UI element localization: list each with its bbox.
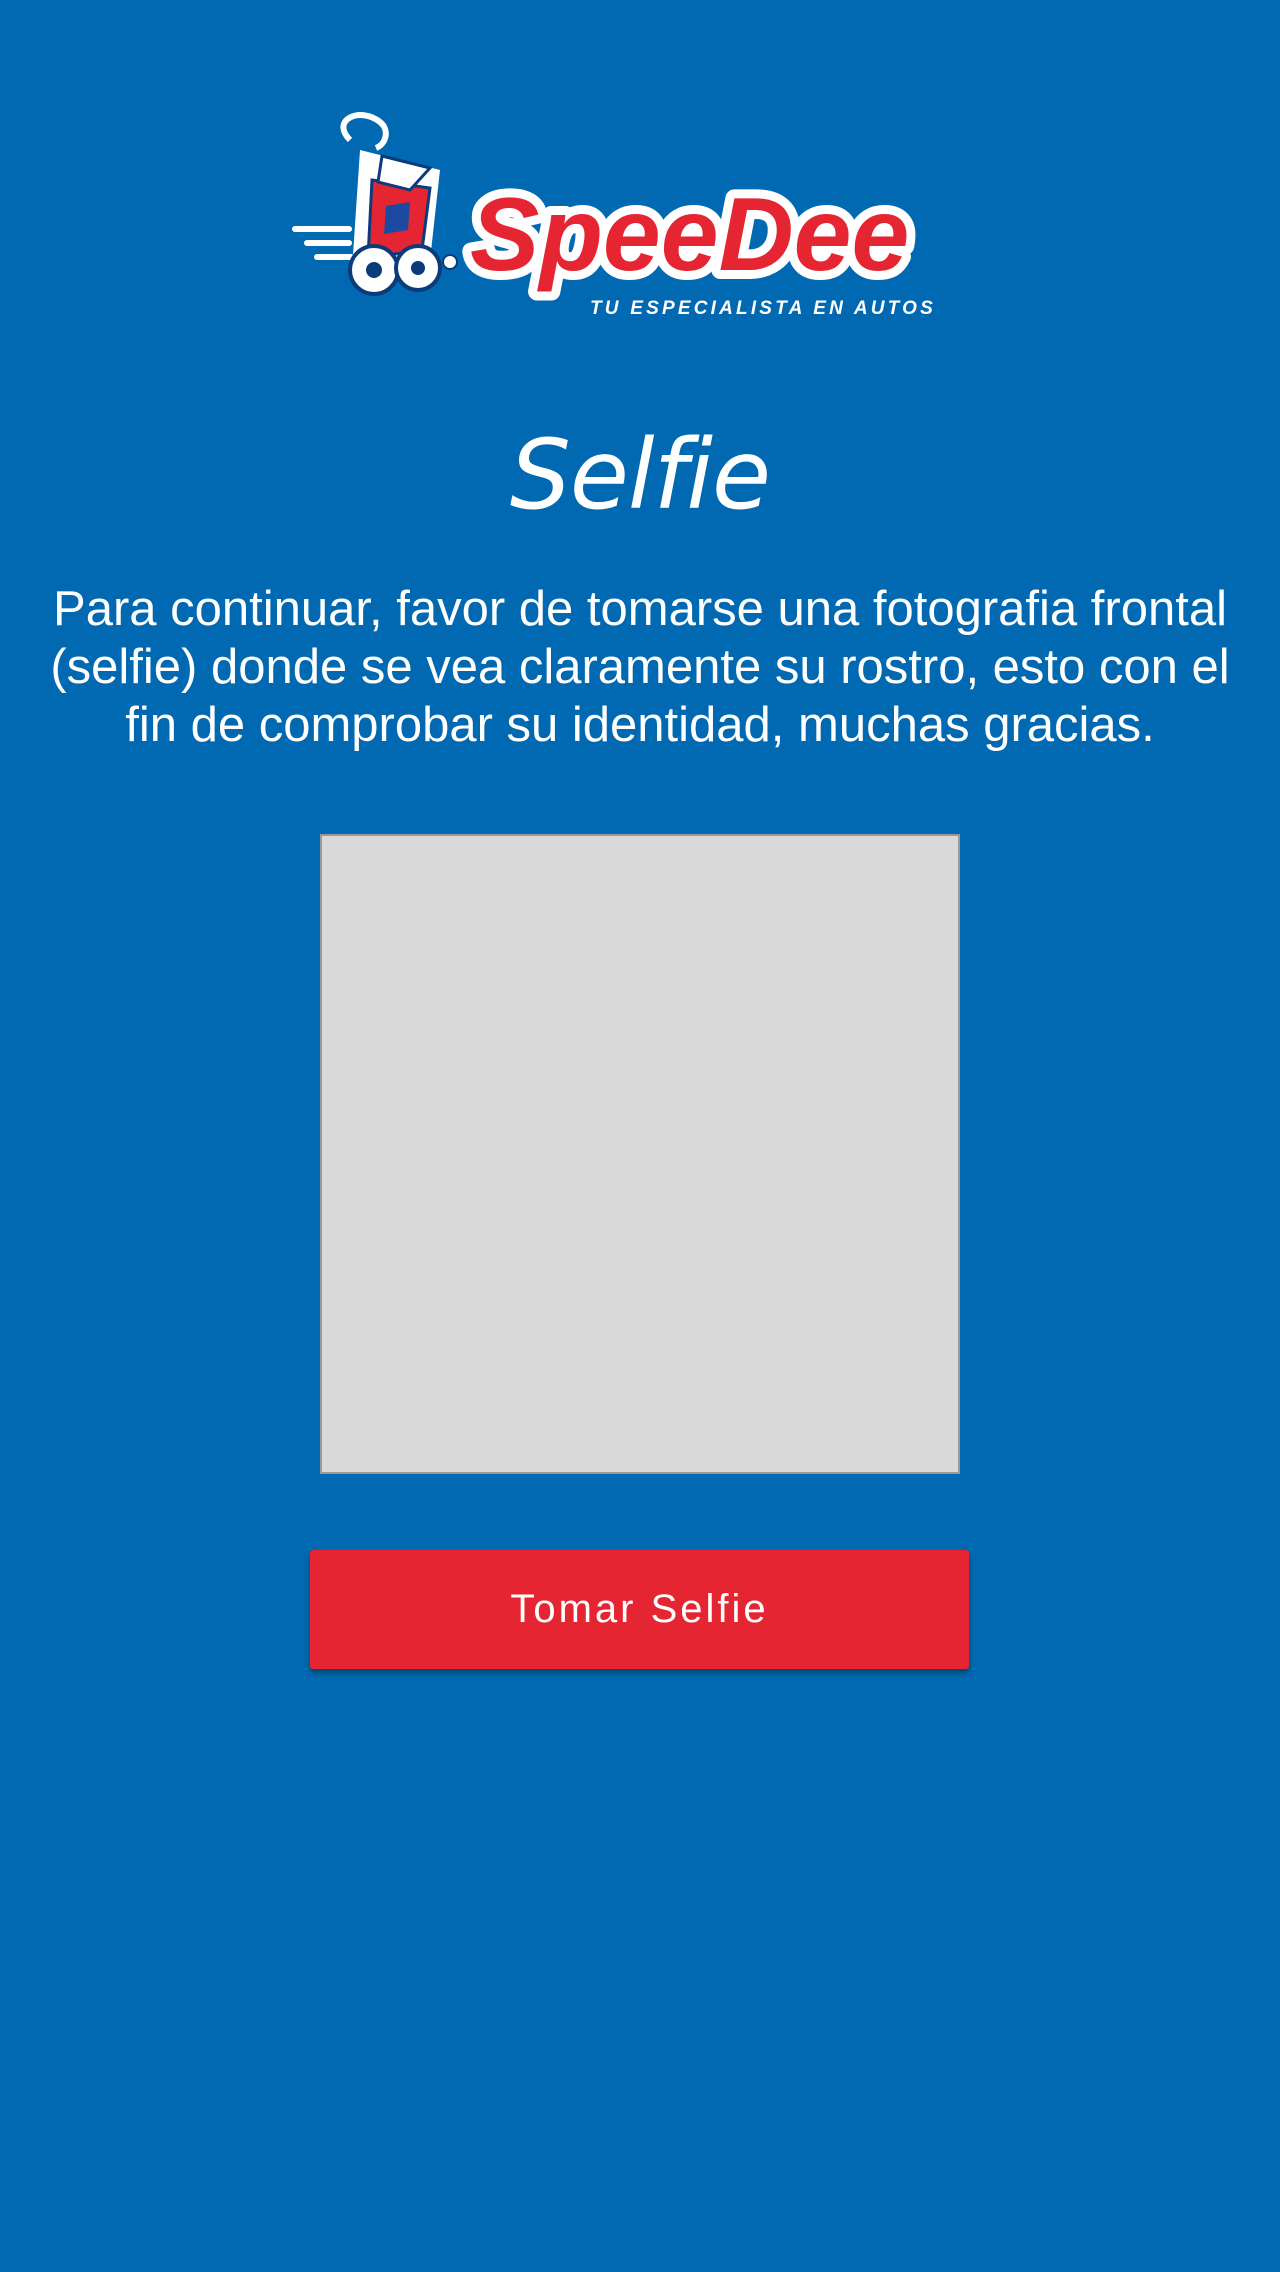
page-title: Selfie <box>509 419 771 531</box>
mascot-racer-icon <box>292 112 458 296</box>
selfie-preview <box>320 834 960 1474</box>
brand-tagline: TU ESPECIALISTA EN AUTOS <box>590 298 936 319</box>
take-selfie-button[interactable]: Tomar Selfie <box>310 1550 969 1669</box>
brand-wordmark: SpeeDee <box>470 177 909 293</box>
instructions-text: Para continuar, favor de tomarse una fot… <box>50 582 1230 752</box>
brand-logo: SpeeDee SpeeDee TU ESPECIALISTA EN AUTOS <box>290 110 990 330</box>
